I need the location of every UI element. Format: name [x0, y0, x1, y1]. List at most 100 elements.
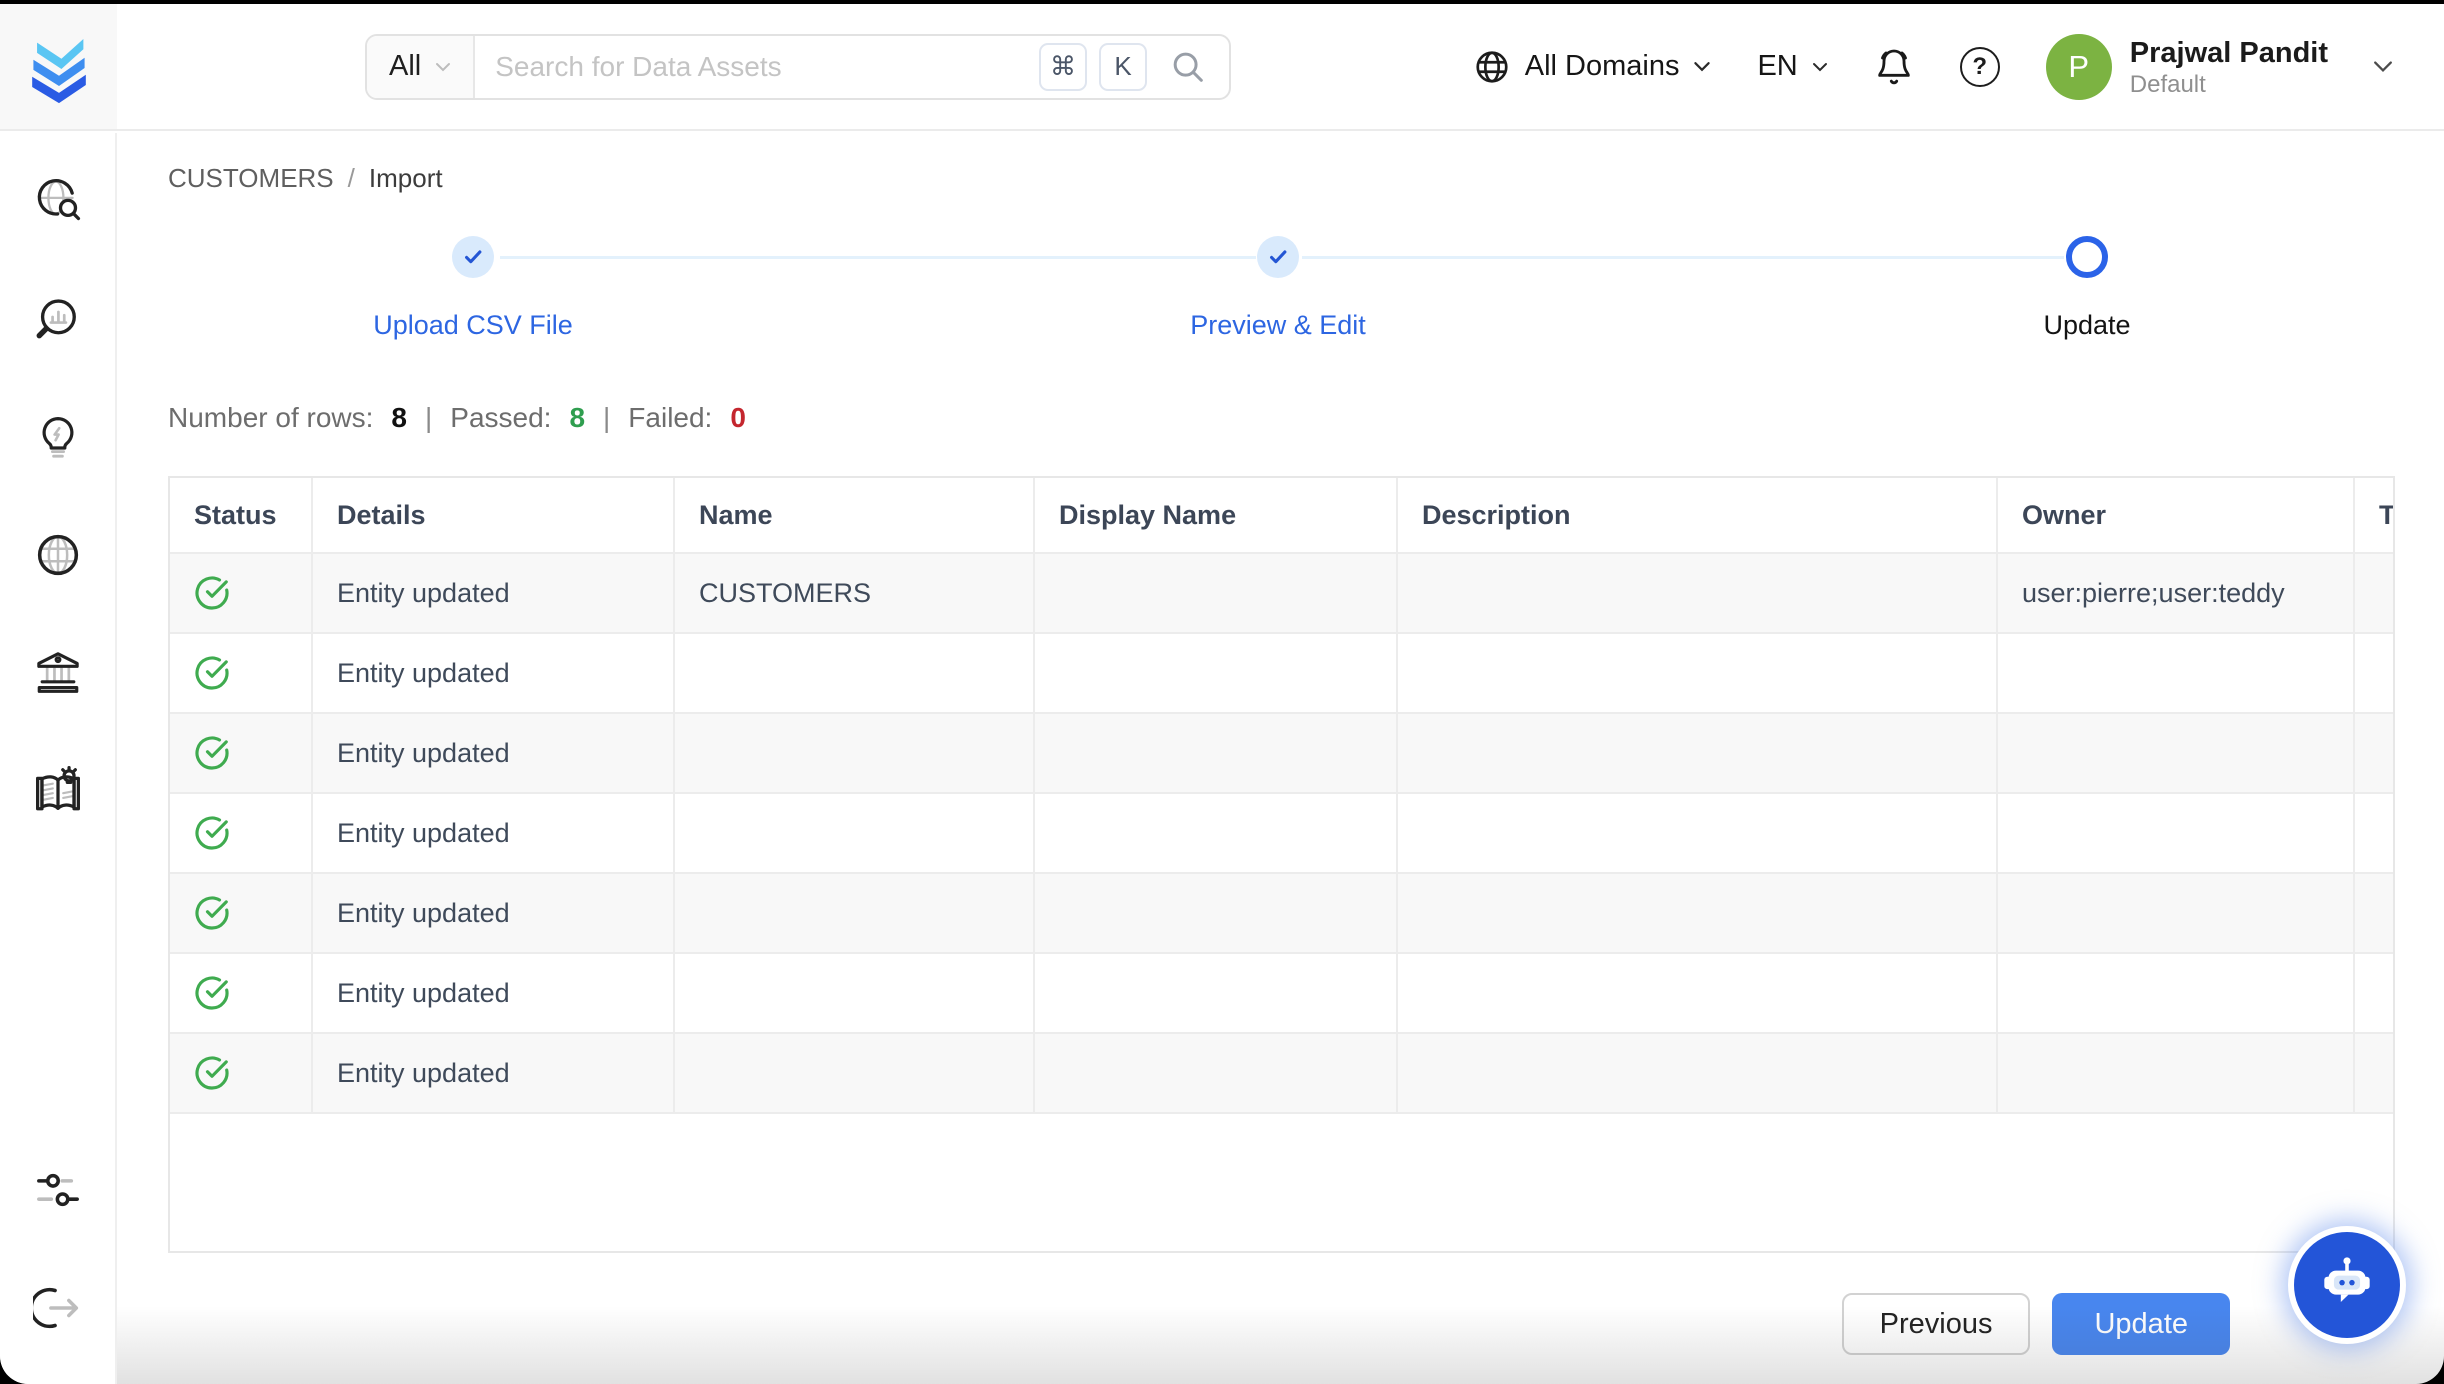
- chevron-down-icon: [1812, 62, 1828, 72]
- success-check-icon: [194, 815, 230, 851]
- previous-button[interactable]: Previous: [1842, 1293, 2031, 1355]
- cell-status: [170, 873, 312, 953]
- cell-description: [1397, 1033, 1997, 1113]
- step-upload-label: Upload CSV File: [373, 310, 573, 341]
- search-input[interactable]: [475, 51, 1039, 83]
- cell-status: [170, 713, 312, 793]
- sidebar-item-settings[interactable]: [32, 1164, 84, 1216]
- sidebar-item-observability[interactable]: [32, 293, 84, 345]
- cell-owner: [1997, 873, 2354, 953]
- avatar: P: [2046, 34, 2112, 100]
- table-row: Entity updated: [170, 793, 2395, 873]
- openmetadata-logo-icon: [22, 28, 96, 106]
- table-row: Entity updated: [170, 953, 2395, 1033]
- sidebar-item-explore[interactable]: [32, 175, 84, 227]
- search-scope-select[interactable]: All: [367, 36, 475, 98]
- help-glyph: ?: [1972, 53, 1987, 81]
- stepper-connector: [500, 256, 1256, 259]
- kbd-k-badge: K: [1099, 43, 1147, 91]
- import-results-table-container[interactable]: StatusDetailsNameDisplay NameDescription…: [168, 476, 2395, 1253]
- all-domains-dropdown[interactable]: All Domains: [1473, 48, 1712, 86]
- column-header-status: Status: [170, 478, 312, 553]
- cell-tags: [2354, 553, 2395, 633]
- failed-label: Failed:: [628, 402, 712, 434]
- cell-description: [1397, 633, 1997, 713]
- table-row: Entity updated: [170, 1033, 2395, 1113]
- failed-value: 0: [730, 402, 746, 434]
- sidebar-item-govern[interactable]: [32, 647, 84, 699]
- success-check-icon: [194, 895, 230, 931]
- success-check-icon: [194, 735, 230, 771]
- success-check-icon: [194, 655, 230, 691]
- success-check-icon: [194, 975, 230, 1011]
- notifications-button[interactable]: [1874, 47, 1914, 87]
- cell-owner: [1997, 793, 2354, 873]
- top-navigation-bar: All ⌘ K All Domains EN: [0, 4, 2444, 131]
- step-update-circle: [2066, 236, 2108, 278]
- cell-name: [674, 793, 1034, 873]
- column-header-description: Description: [1397, 478, 1997, 553]
- passed-label: Passed:: [450, 402, 551, 434]
- domains-globe-icon: [33, 530, 83, 580]
- cell-name: [674, 1033, 1034, 1113]
- breadcrumb-entity[interactable]: CUSTOMERS: [168, 163, 334, 194]
- sidebar-item-logout[interactable]: [32, 1282, 84, 1334]
- table-row: Entity updated: [170, 633, 2395, 713]
- bell-icon: [1874, 47, 1914, 87]
- app-logo[interactable]: [0, 4, 117, 129]
- cell-details: Entity updated: [312, 633, 674, 713]
- cell-tags: [2354, 633, 2395, 713]
- search-icon[interactable]: [1169, 48, 1207, 86]
- sidebar-item-domains[interactable]: [32, 529, 84, 581]
- breadcrumb: CUSTOMERS / Import: [168, 163, 2395, 194]
- cell-status: [170, 1033, 312, 1113]
- sidebar-item-insights[interactable]: [32, 411, 84, 463]
- cell-details: Entity updated: [312, 873, 674, 953]
- step-preview-label: Preview & Edit: [1190, 310, 1366, 341]
- cell-owner: [1997, 1033, 2354, 1113]
- cell-name: [674, 873, 1034, 953]
- all-domains-label: All Domains: [1525, 50, 1680, 83]
- cell-details: Entity updated: [312, 713, 674, 793]
- table-row: Entity updated: [170, 873, 2395, 953]
- cell-display_name: [1034, 953, 1397, 1033]
- assistant-chat-button[interactable]: [2294, 1232, 2400, 1338]
- step-preview-circle: [1257, 236, 1299, 278]
- app-window: All ⌘ K All Domains EN: [0, 4, 2444, 1384]
- search-scope-value: All: [389, 50, 421, 83]
- column-header-owner: Owner: [1997, 478, 2354, 553]
- topbar-right-cluster: All Domains EN ?: [1473, 34, 2444, 100]
- cell-display_name: [1034, 1033, 1397, 1113]
- cell-name: [674, 713, 1034, 793]
- sidebar-item-glossary[interactable]: [32, 765, 84, 817]
- search-analytics-icon: [33, 294, 83, 344]
- column-header-tags: Tags: [2354, 478, 2395, 553]
- chevron-down-icon: [2372, 60, 2394, 73]
- column-header-display-name: Display Name: [1034, 478, 1397, 553]
- knowledge-book-icon: [32, 765, 84, 817]
- lightbulb-bolt-icon: [34, 413, 82, 461]
- cell-tags: [2354, 953, 2395, 1033]
- check-icon: [1267, 246, 1289, 268]
- language-selector[interactable]: EN: [1757, 50, 1827, 83]
- left-sidebar: [0, 133, 117, 1384]
- language-label: EN: [1757, 50, 1797, 83]
- cell-description: [1397, 553, 1997, 633]
- user-menu[interactable]: P Prajwal Pandit Default: [2046, 34, 2394, 100]
- cell-details: Entity updated: [312, 553, 674, 633]
- cell-status: [170, 793, 312, 873]
- help-button[interactable]: ?: [1960, 47, 2000, 87]
- success-check-icon: [194, 1055, 230, 1091]
- sliders-icon: [33, 1165, 83, 1215]
- avatar-initial: P: [2068, 49, 2089, 85]
- chevron-down-icon: [435, 62, 451, 72]
- globe-icon: [1473, 48, 1511, 86]
- step-update-label: Update: [2043, 310, 2130, 341]
- stepper-connector: [1302, 256, 2064, 259]
- cell-owner: [1997, 713, 2354, 793]
- table-body: Entity updatedCUSTOMERSuser:pierre;user:…: [170, 553, 2395, 1113]
- column-header-details: Details: [312, 478, 674, 553]
- cell-owner: [1997, 953, 2354, 1033]
- update-button[interactable]: Update: [2052, 1293, 2230, 1355]
- cell-display_name: [1034, 793, 1397, 873]
